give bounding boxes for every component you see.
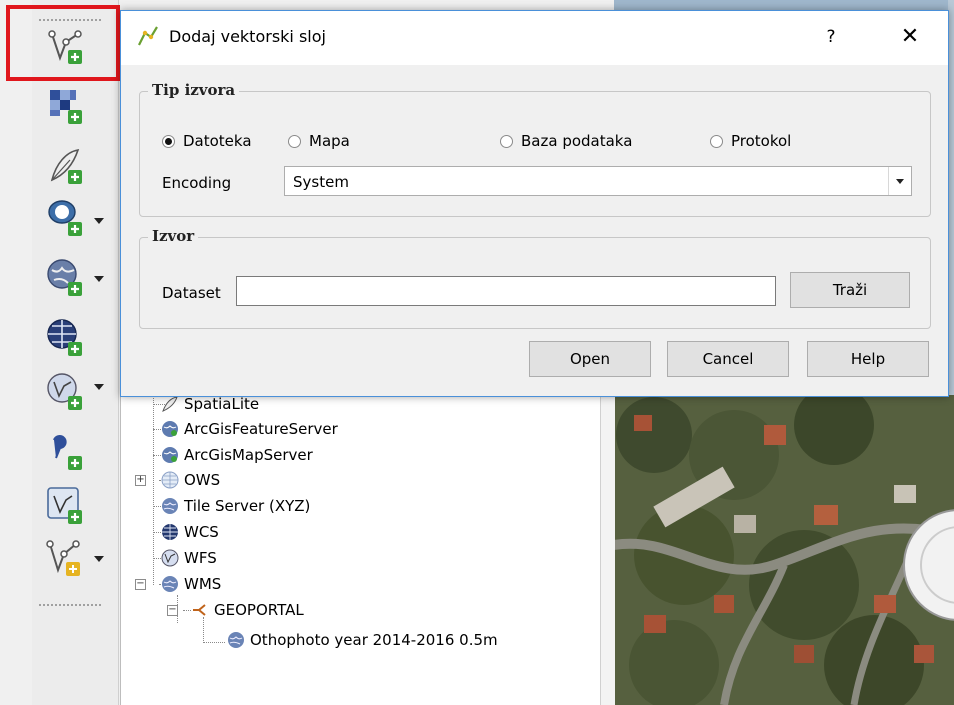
wfs-globe-icon [161,549,179,567]
radio-indicator [162,134,175,148]
dialog-title: Dodaj vektorski sloj [169,27,326,46]
radio-label: Baza podataka [521,132,633,150]
radio-mapa[interactable]: Mapa [288,132,350,150]
wcs-globe-icon [162,524,178,540]
radio-label: Mapa [309,132,350,150]
group-title: Izvor [148,227,199,245]
wms-expander[interactable]: − [135,579,146,590]
dialog-titlebar[interactable]: Dodaj vektorski sloj ? ✕ [121,11,948,65]
layer-toolbar [32,0,119,705]
ows-expander[interactable]: + [135,475,146,486]
list-item[interactable]: Tile Server (XYZ) [161,494,310,518]
add-vector-layer-icon [138,26,158,46]
toolbar-grip-bottom [38,603,102,607]
list-item[interactable]: WFS [161,546,217,570]
new-layer-dropdown-arrow[interactable] [94,556,104,562]
feather-icon [162,396,178,412]
source-type-group: Tip izvora Datoteka Mapa Baza podataka P… [139,81,931,217]
tree-item-label: WFS [184,549,217,567]
geoportal-expander[interactable]: − [167,605,178,616]
tree-item-label: ArcGisFeatureServer [184,420,338,438]
map-canvas[interactable] [614,395,954,705]
radio-baza-podataka[interactable]: Baza podataka [500,132,632,150]
radio-protokol[interactable]: Protokol [710,132,791,150]
globe-icon [162,576,178,592]
tree-item-label: Othophoto year 2014-2016 0.5m [250,631,498,649]
globe-icon [162,498,178,514]
add-postgis-layer-icon[interactable] [44,196,88,240]
radio-datoteka[interactable]: Datoteka [162,132,252,150]
add-delimited-text-icon[interactable] [44,430,88,474]
open-button[interactable]: Open [529,341,651,377]
add-wfs-layer-icon[interactable] [44,370,88,414]
cancel-button[interactable]: Cancel [667,341,789,377]
add-wms-layer-icon[interactable] [44,256,88,300]
list-item[interactable]: Othophoto year 2014-2016 0.5m [227,628,498,652]
tree-item-label: Tile Server (XYZ) [184,497,311,515]
radio-indicator [710,134,723,148]
add-virtual-layer-icon[interactable] [44,484,88,528]
add-vector-layer-dialog: Dodaj vektorski sloj ? ✕ Tip izvora Dato… [120,10,949,397]
group-title: Tip izvora [148,81,240,99]
tree-item-label: ArcGisMapServer [184,446,313,464]
list-item[interactable]: ArcGisFeatureServer [161,417,338,441]
ows-globe-icon [161,471,179,489]
arcgis-globe-icon [162,421,178,437]
highlight-box [6,5,120,81]
tree-item-label: WCS [184,523,219,541]
tree-item-label: WMS [184,575,222,593]
close-icon[interactable]: ✕ [893,21,927,53]
tree-item-label: GEOPORTAL [214,601,304,619]
radio-label: Datoteka [183,132,252,150]
wfs-dropdown-arrow[interactable] [94,384,104,390]
postgis-dropdown-arrow[interactable] [94,218,104,224]
new-shapefile-layer-icon[interactable] [44,536,88,580]
list-item[interactable]: WMS [161,572,221,596]
encoding-label: Encoding [162,174,232,192]
encoding-value: System [293,173,349,191]
browser-panel: + − − SpatiaLite ArcGisFeatureServer Arc… [120,395,601,705]
add-spatialite-layer-icon[interactable] [44,144,88,188]
connection-icon [193,604,206,616]
tree-item-label: SpatiaLite [184,395,260,413]
add-wcs-layer-icon[interactable] [44,316,88,360]
radio-indicator [288,134,301,148]
list-item[interactable]: ArcGisMapServer [161,443,313,467]
radio-label: Protokol [731,132,792,150]
browse-button[interactable]: Traži [790,272,910,308]
aerial-photo [614,395,954,705]
list-item[interactable]: OWS [161,468,220,492]
list-item[interactable]: GEOPORTAL [191,598,304,622]
arcgis-globe-icon [162,447,178,463]
encoding-select[interactable]: System [284,166,912,196]
tree-line [153,395,154,585]
wms-dropdown-arrow[interactable] [94,276,104,282]
list-item[interactable]: WCS [161,520,219,544]
chevron-down-icon[interactable] [888,167,911,195]
help-button[interactable]: Help [807,341,929,377]
dataset-input[interactable] [236,276,776,306]
help-title-button[interactable]: ? [817,23,845,51]
tree-item-label: OWS [184,471,221,489]
browser-scrollbar[interactable] [600,395,615,705]
add-raster-layer-icon[interactable] [44,84,88,128]
source-group: Izvor Dataset Traži [139,227,931,329]
dataset-label: Dataset [162,284,221,302]
globe-icon [228,632,244,648]
radio-indicator [500,134,513,148]
